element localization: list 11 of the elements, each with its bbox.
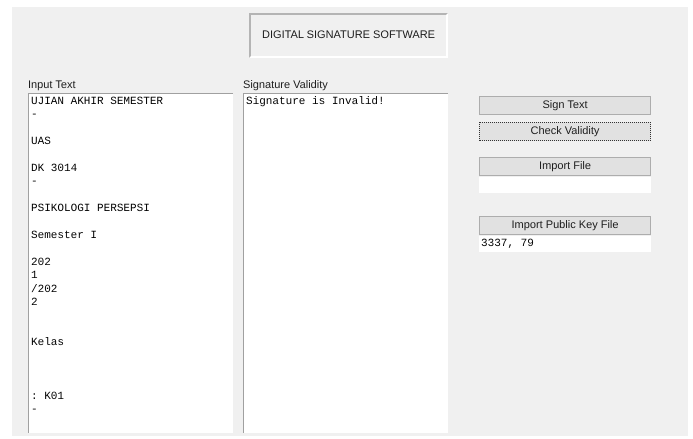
signature-validity-area[interactable]: Signature is Invalid! [243,93,448,433]
app-title: DIGITAL SIGNATURE SOFTWARE [262,28,435,44]
button[interactable]: Check Validity [479,122,651,141]
input-text-area[interactable]: UJIAN AKHIR SEMESTER - UAS DK 3014 - PSIKOLOGI PERSEPSI Semester I 202 1 /202 2 Kelas : K01 - [28,93,233,433]
button[interactable]: Import Public Key File [479,216,651,235]
public-key-field[interactable]: 3337, 79 [479,236,651,252]
field-label: Input Text [28,78,76,92]
file-path-field[interactable] [479,177,651,193]
field-label: Signature Validity [243,78,329,92]
button[interactable]: Import File [479,157,651,176]
button[interactable]: Sign Text [479,96,651,115]
